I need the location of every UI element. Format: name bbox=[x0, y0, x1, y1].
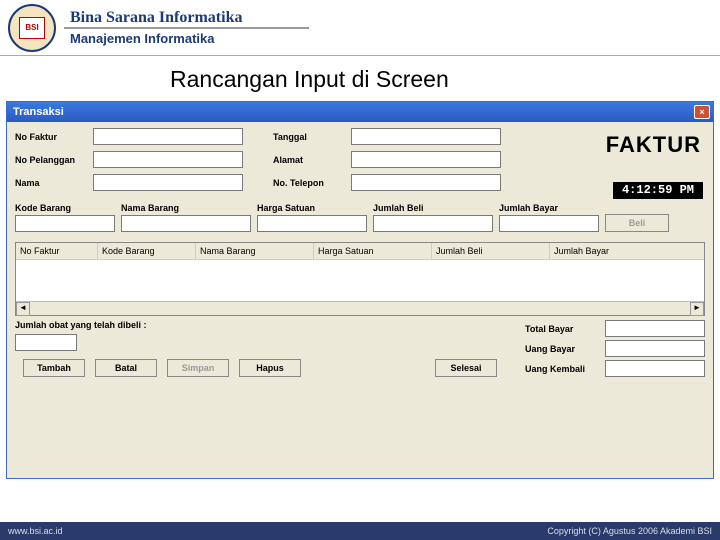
label-uang-bayar: Uang Bayar bbox=[525, 344, 605, 354]
label-tanggal: Tanggal bbox=[273, 132, 351, 142]
alamat-input[interactable] bbox=[351, 151, 501, 168]
col-nama-barang[interactable]: Nama Barang bbox=[196, 243, 314, 259]
label-nama-barang: Nama Barang bbox=[121, 203, 251, 213]
no-faktur-input[interactable] bbox=[93, 128, 243, 145]
label-nama: Nama bbox=[15, 178, 93, 188]
items-grid[interactable]: No Faktur Kode Barang Nama Barang Harga … bbox=[15, 242, 705, 316]
time-display: 4:12:59 PM bbox=[613, 182, 703, 199]
col-jumlah-bayar[interactable]: Jumlah Bayar bbox=[550, 243, 704, 259]
selesai-button[interactable]: Selesai bbox=[435, 359, 497, 377]
col-kode-barang[interactable]: Kode Barang bbox=[98, 243, 196, 259]
tambah-button[interactable]: Tambah bbox=[23, 359, 85, 377]
nama-input[interactable] bbox=[93, 174, 243, 191]
tanggal-input[interactable] bbox=[351, 128, 501, 145]
scroll-left-icon[interactable]: ◄ bbox=[16, 302, 30, 316]
close-icon[interactable]: × bbox=[694, 105, 710, 119]
label-no-telepon: No. Telepon bbox=[273, 178, 351, 188]
label-harga-satuan: Harga Satuan bbox=[257, 203, 367, 213]
banner-line-1: Bina Sarana Informatika bbox=[64, 9, 309, 29]
uang-kembali-input[interactable] bbox=[605, 360, 705, 377]
kode-barang-input[interactable] bbox=[15, 215, 115, 232]
label-alamat: Alamat bbox=[273, 155, 351, 165]
jumlah-beli-input[interactable] bbox=[373, 215, 493, 232]
no-pelanggan-input[interactable] bbox=[93, 151, 243, 168]
hapus-button[interactable]: Hapus bbox=[239, 359, 301, 377]
harga-satuan-input[interactable] bbox=[257, 215, 367, 232]
banner-line-2: Manajemen Informatika bbox=[64, 29, 720, 46]
institution-banner: BSI Bina Sarana Informatika Manajemen In… bbox=[0, 0, 720, 56]
simpan-button[interactable]: Simpan bbox=[167, 359, 229, 377]
nama-barang-input[interactable] bbox=[121, 215, 251, 232]
scroll-right-icon[interactable]: ► bbox=[690, 302, 704, 316]
grid-header: No Faktur Kode Barang Nama Barang Harga … bbox=[16, 243, 704, 260]
label-no-faktur: No Faktur bbox=[15, 132, 93, 142]
footer-right: Copyright (C) Agustus 2006 Akademi BSI bbox=[547, 526, 712, 536]
label-total-bayar: Total Bayar bbox=[525, 324, 605, 334]
horizontal-scrollbar[interactable]: ◄ ► bbox=[16, 301, 704, 315]
slide-title: Rancangan Input di Screen bbox=[0, 56, 720, 101]
beli-button[interactable]: Beli bbox=[605, 214, 669, 232]
label-uang-kembali: Uang Kembali bbox=[525, 364, 605, 374]
logo: BSI bbox=[0, 1, 64, 55]
titlebar[interactable]: Transaksi × bbox=[7, 102, 713, 122]
col-harga-satuan[interactable]: Harga Satuan bbox=[314, 243, 432, 259]
label-jumlah-beli: Jumlah Beli bbox=[373, 203, 493, 213]
label-jumlah-bayar: Jumlah Bayar bbox=[499, 203, 599, 213]
col-jumlah-beli[interactable]: Jumlah Beli bbox=[432, 243, 550, 259]
app-window: Transaksi × FAKTUR 4:12:59 PM No Faktur … bbox=[6, 101, 714, 479]
count-input[interactable] bbox=[15, 334, 77, 351]
col-no-faktur[interactable]: No Faktur bbox=[16, 243, 98, 259]
no-telepon-input[interactable] bbox=[351, 174, 501, 191]
heading-faktur: FAKTUR bbox=[606, 132, 701, 158]
label-count: Jumlah obat yang telah dibeli : bbox=[15, 320, 505, 330]
batal-button[interactable]: Batal bbox=[95, 359, 157, 377]
uang-bayar-input[interactable] bbox=[605, 340, 705, 357]
label-no-pelanggan: No Pelanggan bbox=[15, 155, 93, 165]
jumlah-bayar-input[interactable] bbox=[499, 215, 599, 232]
logo-text: BSI bbox=[25, 23, 38, 32]
total-bayar-input[interactable] bbox=[605, 320, 705, 337]
label-kode-barang: Kode Barang bbox=[15, 203, 115, 213]
footer-left: www.bsi.ac.id bbox=[8, 526, 63, 536]
page-footer: www.bsi.ac.id Copyright (C) Agustus 2006… bbox=[0, 522, 720, 540]
window-title: Transaksi bbox=[13, 106, 64, 118]
